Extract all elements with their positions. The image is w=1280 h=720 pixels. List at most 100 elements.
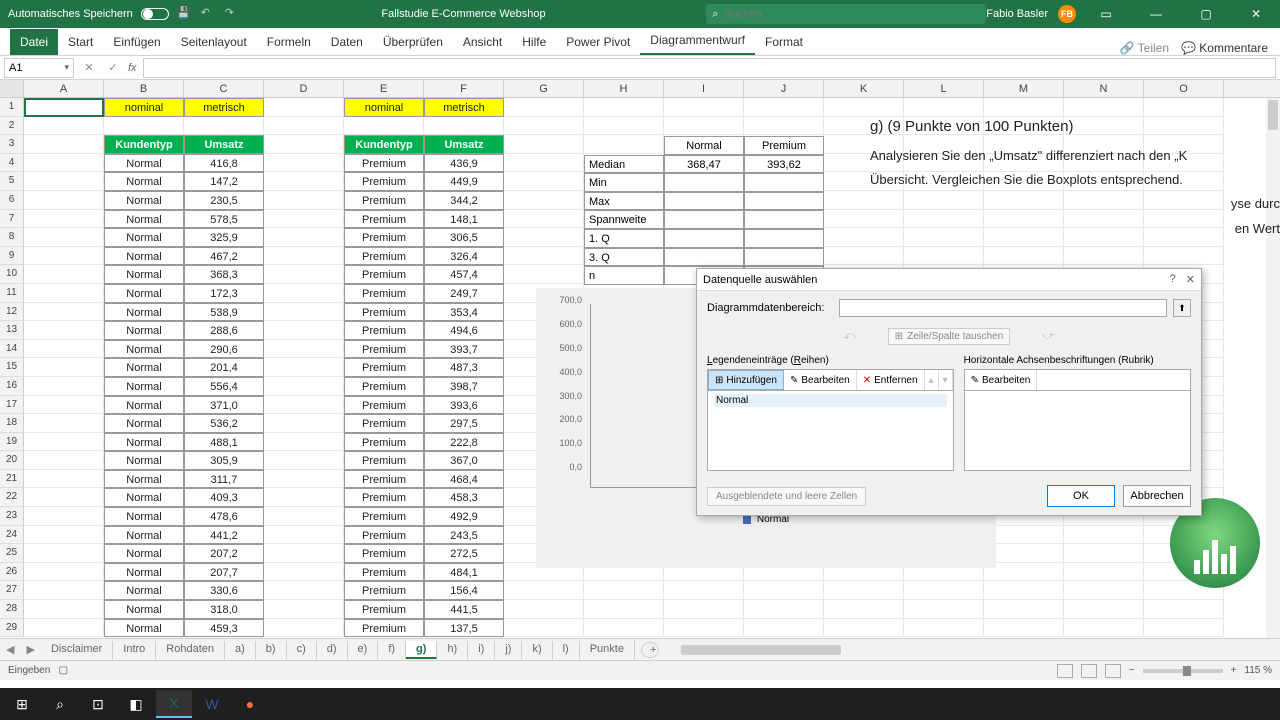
- word-icon[interactable]: W: [194, 690, 230, 718]
- formula-input[interactable]: [143, 58, 1276, 78]
- cell[interactable]: [264, 433, 344, 452]
- cell[interactable]: Premium: [344, 377, 424, 396]
- tab-ansicht[interactable]: Ansicht: [453, 29, 512, 55]
- cell[interactable]: [1064, 247, 1144, 266]
- cell[interactable]: [824, 247, 904, 266]
- sheet-tab[interactable]: k): [522, 641, 552, 659]
- sheet-tab[interactable]: j): [495, 641, 522, 659]
- row-header[interactable]: 27: [0, 581, 24, 600]
- cell[interactable]: [24, 265, 104, 284]
- cell[interactable]: [264, 98, 344, 117]
- cell[interactable]: Premium: [344, 600, 424, 619]
- undo-icon[interactable]: ↶: [201, 6, 217, 22]
- tab-daten[interactable]: Daten: [321, 29, 373, 55]
- cell[interactable]: Normal: [104, 396, 184, 415]
- col-g[interactable]: G: [504, 80, 584, 97]
- taskview-icon[interactable]: ⊡: [80, 690, 116, 718]
- view-normal-icon[interactable]: [1057, 664, 1073, 678]
- cell[interactable]: nominal: [104, 98, 184, 117]
- stats-val[interactable]: [744, 210, 824, 229]
- cell[interactable]: [24, 210, 104, 229]
- cell[interactable]: [504, 265, 584, 284]
- cell[interactable]: [664, 581, 744, 600]
- cell[interactable]: 311,7: [184, 470, 264, 489]
- cell[interactable]: [744, 117, 824, 136]
- row-header[interactable]: 3: [0, 135, 24, 154]
- row-header[interactable]: 18: [0, 414, 24, 433]
- cell[interactable]: 478,6: [184, 507, 264, 526]
- move-up-icon[interactable]: ▴: [925, 370, 939, 390]
- cell[interactable]: [984, 581, 1064, 600]
- stats-label[interactable]: 1. Q: [584, 229, 664, 248]
- cell[interactable]: Normal: [104, 619, 184, 638]
- cell[interactable]: [24, 414, 104, 433]
- row-header[interactable]: 16: [0, 377, 24, 396]
- stats-hdr-normal[interactable]: Normal: [664, 136, 744, 155]
- cell[interactable]: 468,4: [424, 470, 504, 489]
- row-header[interactable]: 1: [0, 98, 24, 117]
- edit-axis-button[interactable]: ✎Bearbeiten: [965, 370, 1038, 390]
- row-header[interactable]: 28: [0, 600, 24, 619]
- maximize-icon[interactable]: ▢: [1186, 0, 1226, 28]
- row-header[interactable]: 9: [0, 247, 24, 266]
- cell[interactable]: Premium: [344, 303, 424, 322]
- tab-format[interactable]: Format: [755, 29, 813, 55]
- excel-icon[interactable]: X: [156, 690, 192, 718]
- cell[interactable]: metrisch: [184, 98, 264, 117]
- cell[interactable]: Normal: [104, 172, 184, 191]
- cell[interactable]: Premium: [344, 451, 424, 470]
- col-l[interactable]: L: [904, 80, 984, 97]
- cell[interactable]: 492,9: [424, 507, 504, 526]
- col-i[interactable]: I: [664, 80, 744, 97]
- cell[interactable]: 344,2: [424, 191, 504, 210]
- sheet-tab[interactable]: d): [317, 641, 348, 659]
- cell[interactable]: [264, 117, 344, 136]
- cell[interactable]: [424, 117, 504, 136]
- cell[interactable]: [264, 377, 344, 396]
- cell[interactable]: [664, 117, 744, 136]
- range-selector-icon[interactable]: ⬆: [1173, 299, 1191, 317]
- sheet-tab[interactable]: b): [256, 641, 287, 659]
- cell[interactable]: Normal: [104, 340, 184, 359]
- cell[interactable]: 243,5: [424, 526, 504, 545]
- cell[interactable]: [264, 526, 344, 545]
- cell[interactable]: Normal: [104, 228, 184, 247]
- cell[interactable]: [24, 451, 104, 470]
- cell[interactable]: Premium: [344, 265, 424, 284]
- cell[interactable]: Premium: [344, 210, 424, 229]
- cell[interactable]: [904, 98, 984, 117]
- tab-einfuegen[interactable]: Einfügen: [103, 29, 170, 55]
- cell[interactable]: [24, 433, 104, 452]
- sheet-tab[interactable]: Intro: [113, 641, 156, 659]
- cell[interactable]: [24, 526, 104, 545]
- cell[interactable]: [24, 600, 104, 619]
- cell[interactable]: [904, 619, 984, 638]
- cell[interactable]: Normal: [104, 154, 184, 173]
- cell[interactable]: [24, 396, 104, 415]
- cell[interactable]: [264, 191, 344, 210]
- cell[interactable]: 367,0: [424, 451, 504, 470]
- cell[interactable]: [1064, 526, 1144, 545]
- cell[interactable]: 371,0: [184, 396, 264, 415]
- stats-label[interactable]: Min: [584, 173, 664, 192]
- ribbon-options-icon[interactable]: ▭: [1086, 0, 1126, 28]
- cell[interactable]: [24, 303, 104, 322]
- fx-icon[interactable]: fx: [128, 62, 137, 74]
- cell[interactable]: [24, 154, 104, 173]
- stats-val[interactable]: [664, 229, 744, 248]
- view-layout-icon[interactable]: [1081, 664, 1097, 678]
- cell[interactable]: 436,9: [424, 154, 504, 173]
- cell[interactable]: Umsatz: [184, 135, 264, 154]
- cell[interactable]: Normal: [104, 414, 184, 433]
- cell[interactable]: [504, 191, 584, 210]
- cell[interactable]: 449,9: [424, 172, 504, 191]
- row-header[interactable]: 29: [0, 619, 24, 638]
- cell[interactable]: Normal: [104, 563, 184, 582]
- user-name[interactable]: Fabio Basler: [986, 8, 1048, 20]
- cell[interactable]: [24, 619, 104, 638]
- cell[interactable]: [824, 600, 904, 619]
- name-box[interactable]: A1▾: [4, 58, 74, 78]
- cell[interactable]: Normal: [104, 265, 184, 284]
- sheet-tab[interactable]: Disclaimer: [41, 641, 113, 659]
- cell[interactable]: [264, 563, 344, 582]
